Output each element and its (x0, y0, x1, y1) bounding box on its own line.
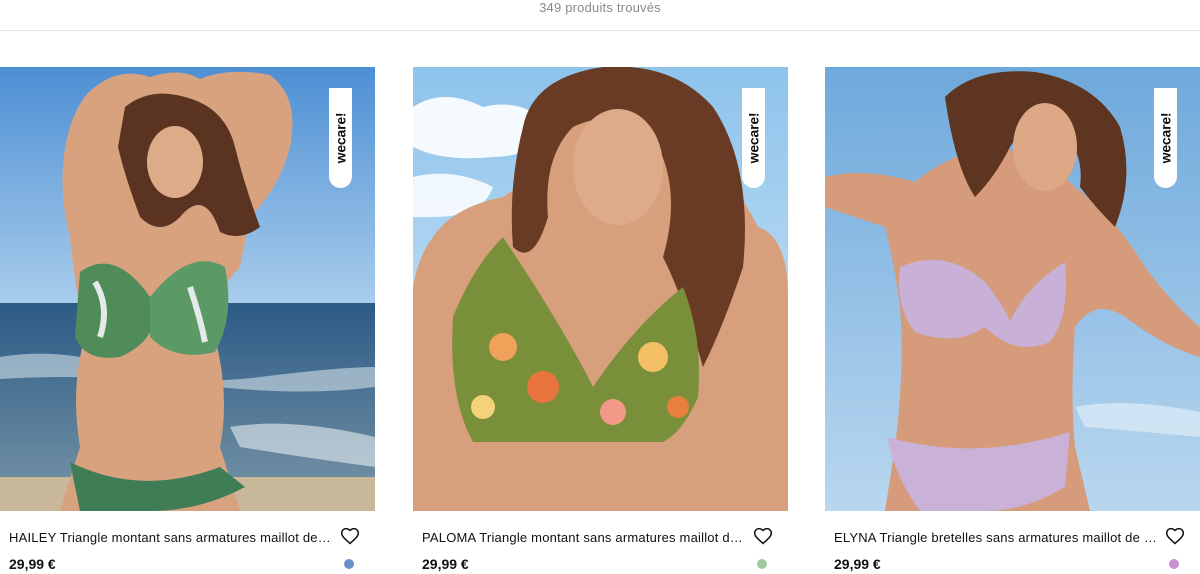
product-name-row[interactable]: PALOMA Triangle montant sans armatures m… (422, 526, 780, 548)
color-swatch[interactable] (757, 559, 767, 569)
product-name[interactable]: ELYNA Triangle bretelles sans armatures … (834, 530, 1159, 545)
product-card[interactable]: wecare! ELYNA Triangle bretelles sans ar… (825, 67, 1200, 574)
results-count: 349 produits trouvés (539, 0, 661, 15)
wecare-badge-label: wecare! (745, 112, 762, 164)
wecare-badge-label: wecare! (1157, 112, 1174, 164)
product-card[interactable]: wecare! HAILEY Triangle montant sans arm… (0, 67, 375, 574)
product-image[interactable]: wecare! (413, 67, 788, 511)
product-image[interactable]: wecare! (825, 67, 1200, 511)
color-swatch[interactable] (344, 559, 354, 569)
product-photo-placeholder (0, 67, 375, 511)
color-swatch[interactable] (1169, 559, 1179, 569)
product-price: 29,99 € (9, 556, 56, 572)
wecare-badge: wecare! (1154, 88, 1177, 188)
product-name-row[interactable]: ELYNA Triangle bretelles sans armatures … (834, 526, 1192, 548)
wecare-badge-label: wecare! (332, 112, 349, 164)
product-name[interactable]: HAILEY Triangle montant sans armatures m… (9, 530, 334, 545)
wecare-badge: wecare! (329, 88, 352, 188)
product-name-row[interactable]: HAILEY Triangle montant sans armatures m… (9, 526, 367, 548)
product-image[interactable]: wecare! (0, 67, 375, 511)
heart-icon[interactable] (1165, 526, 1185, 546)
heart-icon[interactable] (753, 526, 773, 546)
product-photo-placeholder (825, 67, 1200, 511)
product-price: 29,99 € (834, 556, 881, 572)
heart-icon[interactable] (340, 526, 360, 546)
product-photo-placeholder (413, 67, 788, 511)
product-price: 29,99 € (422, 556, 469, 572)
results-header: 349 produits trouvés (0, 0, 1200, 31)
product-name[interactable]: PALOMA Triangle montant sans armatures m… (422, 530, 747, 545)
wecare-badge: wecare! (742, 88, 765, 188)
product-card[interactable]: wecare! PALOMA Triangle montant sans arm… (413, 67, 788, 574)
